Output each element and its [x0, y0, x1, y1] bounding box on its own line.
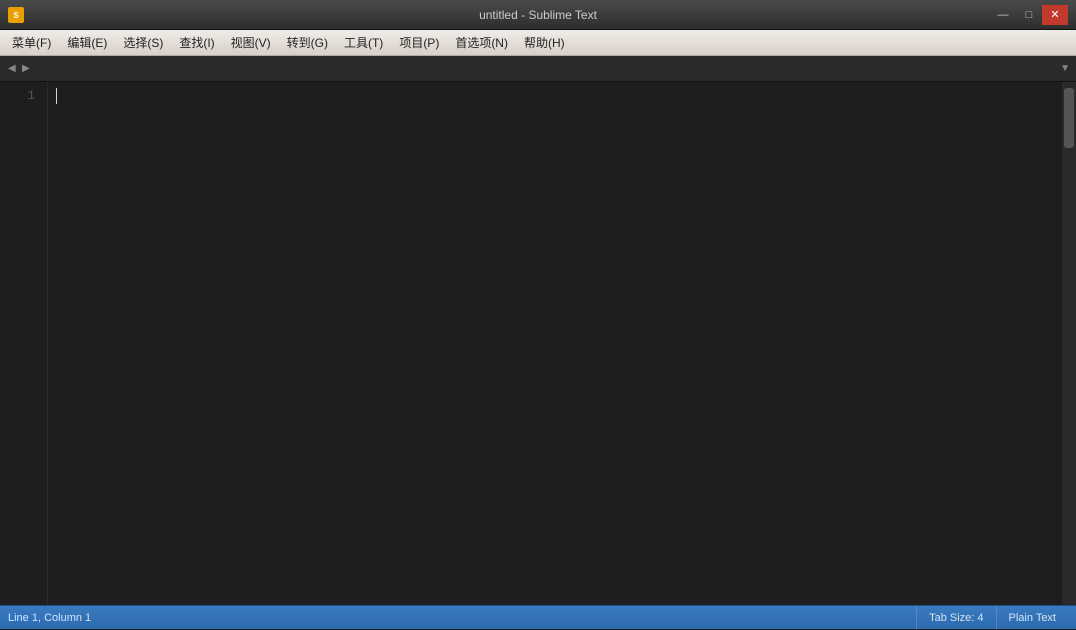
tab-dropdown[interactable]: ▼	[1054, 63, 1076, 74]
status-right: Tab Size: 4 Plain Text	[916, 606, 1068, 630]
line-number: 1	[0, 86, 35, 106]
app-icon: S	[8, 7, 24, 23]
menu-item-项目(P)[interactable]: 项目(P)	[391, 32, 447, 54]
window-title: untitled - Sublime Text	[479, 8, 597, 22]
tab-arrow-left[interactable]: ◀	[4, 61, 18, 76]
title-bar-left: S	[8, 7, 32, 23]
status-bar: Line 1, Column 1 Tab Size: 4 Plain Text	[0, 605, 1076, 629]
line-numbers: 1	[0, 82, 48, 605]
tab-bar: ◀ ▶ ▼	[0, 56, 1076, 82]
menu-bar: 菜单(F)编辑(E)选择(S)查找(I)视图(V)转到(G)工具(T)项目(P)…	[0, 30, 1076, 56]
tab-size[interactable]: Tab Size: 4	[916, 606, 995, 630]
text-cursor	[56, 88, 57, 104]
scrollbar-thumb[interactable]	[1064, 88, 1074, 148]
editor-container: 1	[0, 82, 1076, 605]
window-controls: — □ ✕	[990, 5, 1068, 25]
cursor-position[interactable]: Line 1, Column 1	[8, 612, 91, 624]
scrollbar-track[interactable]	[1062, 82, 1076, 605]
cursor-line	[56, 86, 1054, 104]
maximize-button[interactable]: □	[1016, 5, 1042, 25]
title-bar: S untitled - Sublime Text — □ ✕	[0, 0, 1076, 30]
minimize-button[interactable]: —	[990, 5, 1016, 25]
editor-content[interactable]	[48, 82, 1062, 605]
menu-item-查找(I)[interactable]: 查找(I)	[171, 32, 222, 54]
status-left: Line 1, Column 1	[8, 612, 91, 624]
menu-item-视图(V)[interactable]: 视图(V)	[223, 32, 279, 54]
menu-item-帮助(H)[interactable]: 帮助(H)	[516, 32, 573, 54]
syntax-label[interactable]: Plain Text	[996, 606, 1069, 630]
svg-text:S: S	[13, 11, 19, 20]
menu-item-选择(S)[interactable]: 选择(S)	[115, 32, 171, 54]
close-button[interactable]: ✕	[1042, 5, 1068, 25]
tab-nav-left: ◀ ▶	[0, 56, 36, 81]
menu-item-工具(T)[interactable]: 工具(T)	[336, 32, 391, 54]
tab-arrow-right[interactable]: ▶	[18, 61, 32, 76]
menu-item-编辑(E)[interactable]: 编辑(E)	[59, 32, 115, 54]
menu-item-菜单(F)[interactable]: 菜单(F)	[4, 32, 59, 54]
menu-item-转到(G)[interactable]: 转到(G)	[279, 32, 336, 54]
menu-item-首选项(N)[interactable]: 首选项(N)	[447, 32, 516, 54]
